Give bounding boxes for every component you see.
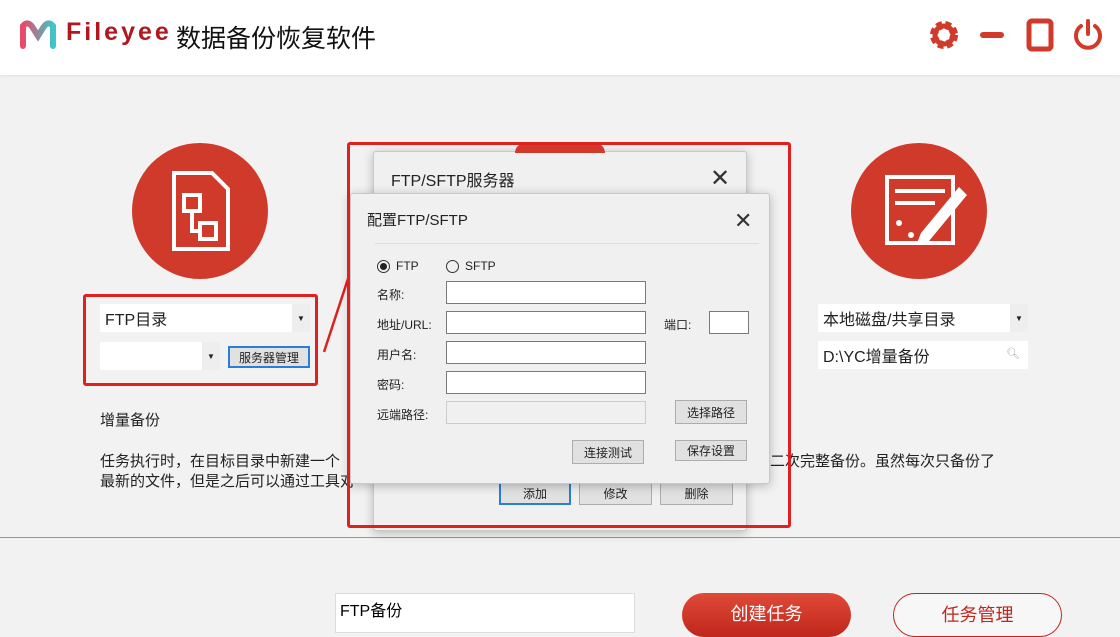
- server-select[interactable]: ▼: [100, 342, 220, 370]
- chevron-down-icon: ▼: [1010, 304, 1028, 332]
- edit-document-icon: [885, 175, 967, 245]
- task-manage-button[interactable]: 任务管理: [893, 593, 1062, 637]
- divider: [0, 537, 1120, 538]
- mode-title: 增量备份: [100, 412, 161, 429]
- target-icon: [851, 143, 987, 279]
- gear-icon[interactable]: [927, 18, 961, 52]
- create-task-button[interactable]: 创建任务: [682, 593, 851, 637]
- minimize-icon[interactable]: [975, 18, 1009, 52]
- app-title: 数据备份恢复软件: [176, 25, 377, 53]
- maximize-icon[interactable]: [1023, 18, 1057, 52]
- brand-name: Fileyee: [66, 18, 172, 46]
- target-path-input[interactable]: D:\YC增量备份 🔍︎: [818, 341, 1028, 369]
- server-manage-button[interactable]: 服务器管理: [228, 346, 310, 368]
- mode-desc-2: 最新的文件，但是之后可以通过工具对: [100, 473, 356, 490]
- search-icon[interactable]: 🔍︎: [1006, 347, 1020, 360]
- mode-desc-1a: 任务执行时，在目标目录中新建一个: [100, 453, 341, 470]
- source-type-value: FTP目录: [105, 312, 168, 329]
- source-type-select[interactable]: FTP目录 ▼: [100, 304, 310, 332]
- task-name-input[interactable]: [335, 593, 635, 633]
- target-type-select[interactable]: 本地磁盘/共享目录 ▼: [818, 304, 1028, 332]
- file-icon: [172, 171, 230, 251]
- dialog-highlight: [347, 142, 791, 528]
- chevron-down-icon: ▼: [202, 342, 220, 370]
- target-path-value: D:\YC增量备份: [823, 349, 930, 366]
- mode-desc-1b: 二次完整备份。虽然每次只备份了: [770, 453, 996, 470]
- fileyee-logo-icon: [20, 20, 56, 49]
- chevron-down-icon: ▼: [292, 304, 310, 332]
- source-icon: [132, 143, 268, 279]
- target-type-value: 本地磁盘/共享目录: [823, 312, 956, 329]
- title-bar: Fileyee 数据备份恢复软件: [0, 0, 1120, 75]
- power-icon[interactable]: [1071, 18, 1105, 52]
